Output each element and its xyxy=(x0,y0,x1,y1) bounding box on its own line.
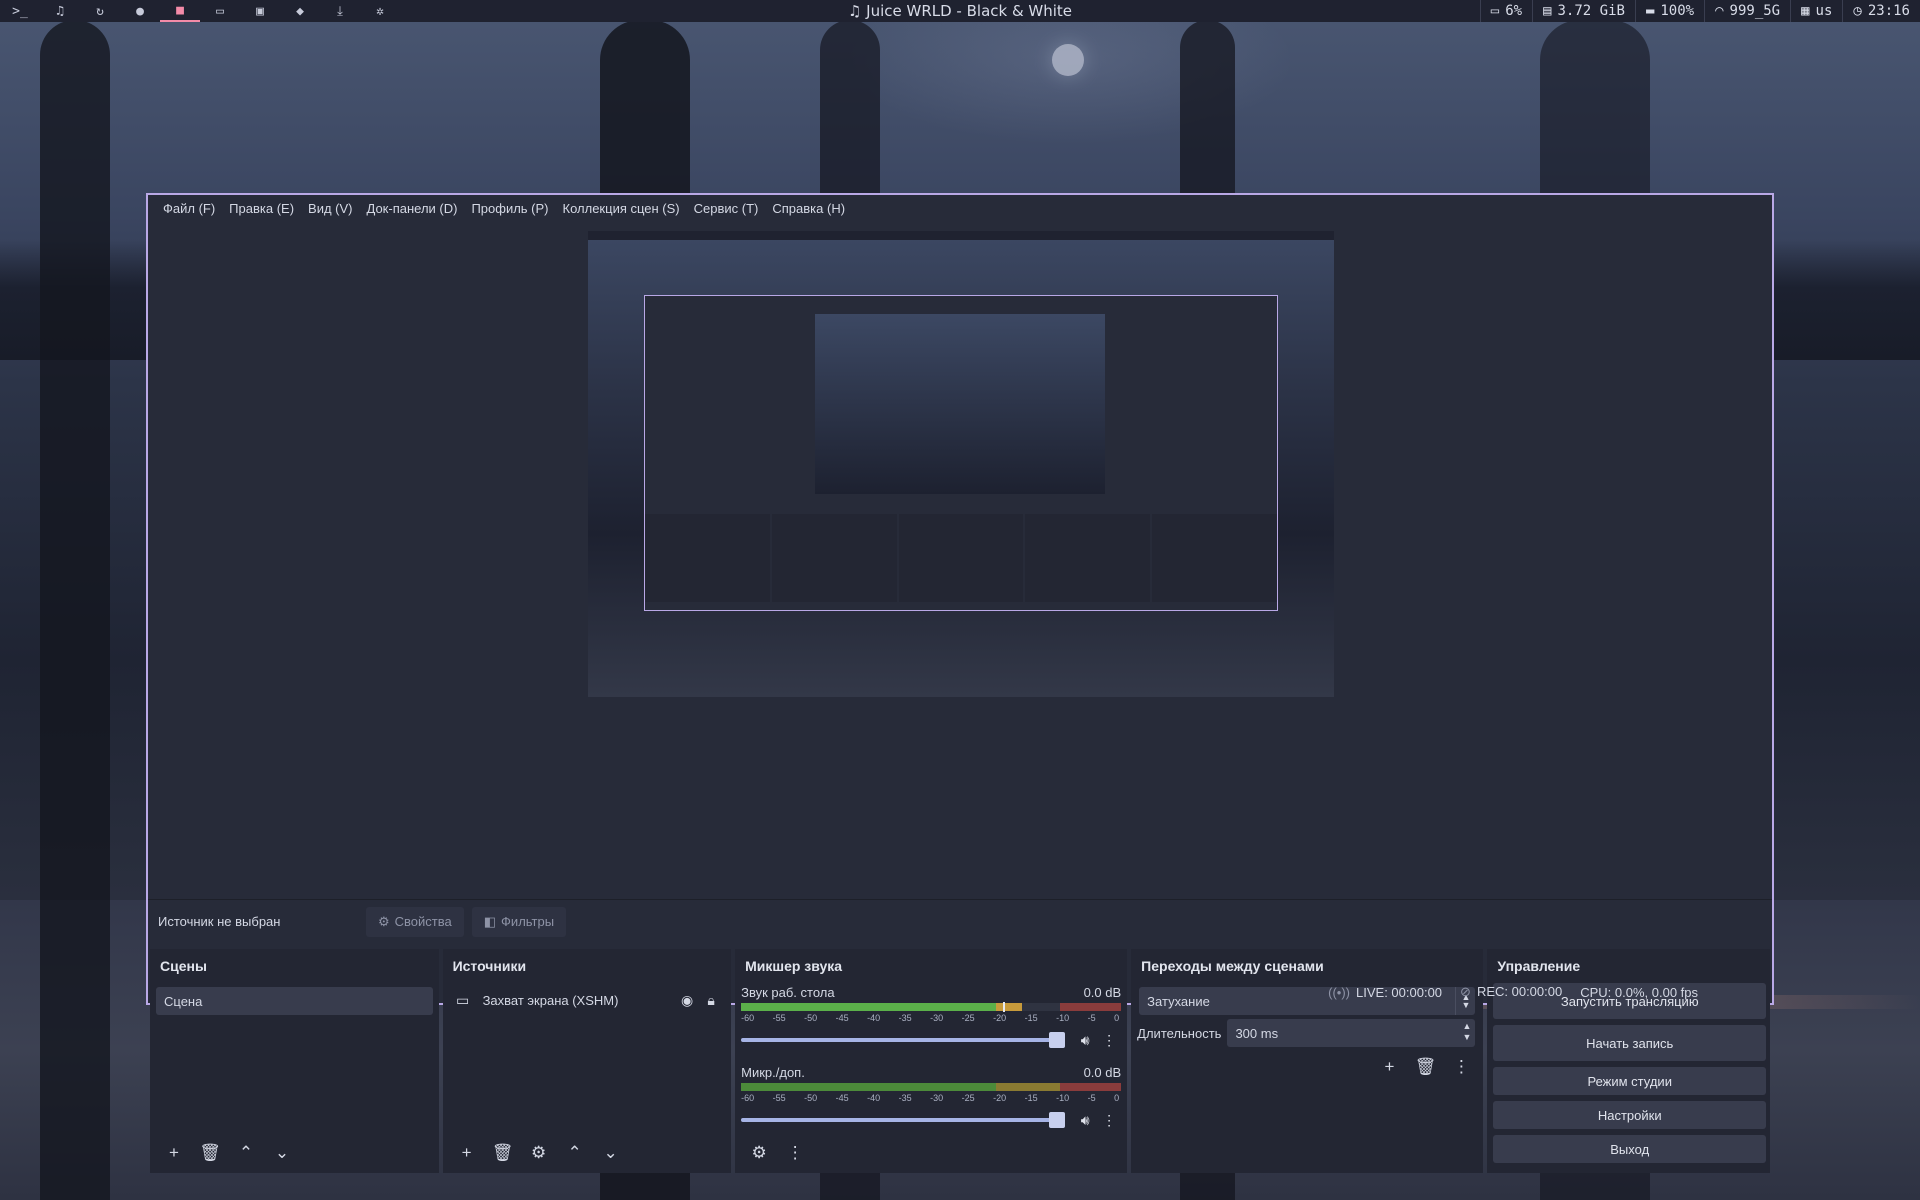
music-icon[interactable]: ♫ xyxy=(40,0,80,22)
menu-item[interactable]: Правка (E) xyxy=(222,201,301,216)
more-options-icon[interactable]: ⋮ xyxy=(1445,1053,1477,1081)
obs-window: Файл (F) Правка (E) Вид (V) Док-панели (D) П… xyxy=(146,193,1774,1173)
start-record-button[interactable]: Начать запись xyxy=(1493,1025,1767,1061)
no-source-label: Источник не выбран xyxy=(158,914,281,929)
keyboard-layout-module[interactable]: ▦ us xyxy=(1790,0,1842,22)
sources-title: Источники xyxy=(452,958,527,974)
filter-icon: ◧ xyxy=(483,913,497,929)
slider-handle[interactable] xyxy=(1049,1112,1066,1128)
chevron-up-icon[interactable]: ⌃ xyxy=(559,1139,591,1167)
spin-arrows-icon[interactable]: ▲ ▼ xyxy=(1463,1021,1472,1043)
scenes-title: Сцены xyxy=(160,958,207,974)
keyboard-icon: ▦ xyxy=(1801,3,1810,19)
mixer-channel: Микр./доп. 0.0 dB -60 -55 -50 -45 -40 -35 -30 -25… xyxy=(735,1063,1127,1131)
recursive-preview-window xyxy=(644,295,1278,611)
transitions-title: Переходы между сценами xyxy=(1141,958,1324,974)
properties-button[interactable]: ⚙ Свойства xyxy=(366,906,464,937)
menu-item[interactable]: Вид (V) xyxy=(301,201,359,216)
memory-module[interactable]: ▤ 3.72 GiB xyxy=(1532,0,1635,22)
volume-meter xyxy=(741,1083,1122,1091)
more-options-icon[interactable]: ⋮ xyxy=(1097,1112,1121,1129)
record-icon: ⊘ xyxy=(1460,984,1471,999)
menu-bar: Файл (F) Правка (E) Вид (V) Док-панели (D) П… xyxy=(148,195,1772,221)
channel-level: 0.0 dB xyxy=(1083,1064,1122,1080)
more-options-icon[interactable]: ⋮ xyxy=(779,1139,811,1167)
preview-canvas[interactable] xyxy=(588,231,1334,697)
add-icon[interactable]: + xyxy=(158,1139,190,1167)
chat-icon[interactable]: ● xyxy=(120,0,160,22)
stream-signal-icon: ((•)) xyxy=(1328,984,1351,1000)
memory-icon: ▤ xyxy=(1543,3,1552,19)
chevron-down-icon[interactable]: ⌄ xyxy=(266,1139,298,1167)
wifi-icon: ◠ xyxy=(1715,3,1724,19)
duration-spinbox[interactable]: 300 ms ▲ ▼ xyxy=(1227,1019,1476,1047)
settings-button[interactable]: Настройки xyxy=(1493,1101,1767,1129)
cpu-fps: CPU: 0.0%, 0.00 fps xyxy=(1580,984,1698,1000)
volume-meter xyxy=(741,1002,1122,1012)
terminal-icon[interactable]: >_ xyxy=(0,0,40,22)
add-icon[interactable]: + xyxy=(1373,1053,1405,1081)
clock-icon: ◷ xyxy=(1853,3,1862,19)
menu-item[interactable]: Профиль (P) xyxy=(464,201,555,216)
duration-label: Длительность xyxy=(1137,1025,1222,1041)
speaker-icon[interactable]: 🔊︎ xyxy=(1073,1112,1097,1129)
image-icon[interactable]: ▣ xyxy=(240,0,280,22)
clock-module[interactable]: ◷ 23:16 xyxy=(1842,0,1920,22)
meter-ticks: -60 -55 -50 -45 -40 -35 -30 -25 -20 -15 -10 -5 0 xyxy=(741,1013,1120,1023)
status-bar: ((•)) LIVE: 00:00:00 ⊘ REC: 00:00:00 CPU: … xyxy=(148,981,1772,1003)
menu-item[interactable]: Файл (F) xyxy=(156,201,222,216)
menu-item[interactable]: Справка (H) xyxy=(765,201,852,216)
source-toolbar: Источник не выбран ⚙ Свойства ◧ Фильтры xyxy=(148,899,1772,943)
menu-item[interactable]: Док-панели (D) xyxy=(360,201,465,216)
cpu-module[interactable]: ▭ 6% xyxy=(1479,0,1532,22)
video-camera-icon[interactable]: ■ xyxy=(160,0,200,22)
studio-mode-button[interactable]: Режим студии xyxy=(1493,1067,1767,1095)
volume-slider[interactable] xyxy=(741,1032,1066,1048)
trash-icon[interactable]: 🗑︎ xyxy=(487,1139,519,1167)
menu-item[interactable]: Коллекция сцен (S) xyxy=(556,201,687,216)
advanced-audio-icon[interactable]: ⚙ xyxy=(743,1139,775,1167)
trash-icon[interactable]: 🗑︎ xyxy=(1409,1053,1441,1081)
gear-icon: ⚙ xyxy=(378,913,390,929)
gear-icon[interactable]: ✲ xyxy=(360,0,400,22)
trash-icon[interactable]: 🗑︎ xyxy=(194,1139,226,1167)
battery-module[interactable]: ▬ 100% xyxy=(1634,0,1704,22)
mixer-title: Микшер звука xyxy=(745,958,843,974)
system-tray: ▭ 6% ▤ 3.72 GiB ▬ 100% ◠ 999_5G ▦ us ◷ 23:16 xyxy=(1479,0,1920,22)
exit-button[interactable]: Выход xyxy=(1493,1135,1767,1163)
monitor-icon: ▭ xyxy=(1490,3,1500,19)
chevron-up-icon[interactable]: ⌃ xyxy=(230,1139,262,1167)
add-icon[interactable]: + xyxy=(451,1139,483,1167)
refresh-icon[interactable]: ↻ xyxy=(80,0,120,22)
more-options-icon[interactable]: ⋮ xyxy=(1097,1032,1121,1049)
channel-name: Микр./доп. xyxy=(741,1064,805,1080)
gear-icon[interactable]: ⚙ xyxy=(523,1139,555,1167)
speaker-icon[interactable]: 🔊︎ xyxy=(1073,1032,1097,1049)
moon xyxy=(1052,44,1084,76)
preview-area[interactable] xyxy=(148,221,1772,899)
menu-item[interactable]: Сервис (T) xyxy=(687,201,766,216)
battery-icon: ▬ xyxy=(1645,3,1655,19)
filters-button[interactable]: ◧ Фильтры xyxy=(471,906,567,937)
wifi-module[interactable]: ◠ 999_5G xyxy=(1704,0,1790,22)
download-icon[interactable]: ⤓ xyxy=(320,0,360,22)
cube-icon[interactable]: ◆ xyxy=(280,0,320,22)
live-time: LIVE: 00:00:00 xyxy=(1356,984,1443,1000)
top-status-bar: >_ ♫ ↻ ● ■ ▭ ▣ ◆ ⤓ ✲ ♫ Juice WRLD - Black & White… xyxy=(0,0,1920,22)
meter-ticks: -60 -55 -50 -45 -40 -35 -30 -25 -20 -15 -10 -5 0 xyxy=(741,1093,1120,1103)
workspace-switcher: >_ ♫ ↻ ● ■ ▭ ▣ ◆ ⤓ ✲ xyxy=(0,0,400,22)
rec-time: REC: 00:00:00 xyxy=(1476,984,1563,999)
chevron-down-icon[interactable]: ⌄ xyxy=(595,1139,627,1167)
slider-handle[interactable] xyxy=(1049,1032,1066,1048)
controls-title: Управление xyxy=(1497,958,1581,974)
volume-slider[interactable] xyxy=(741,1112,1066,1128)
folder-icon[interactable]: ▭ xyxy=(200,0,240,22)
